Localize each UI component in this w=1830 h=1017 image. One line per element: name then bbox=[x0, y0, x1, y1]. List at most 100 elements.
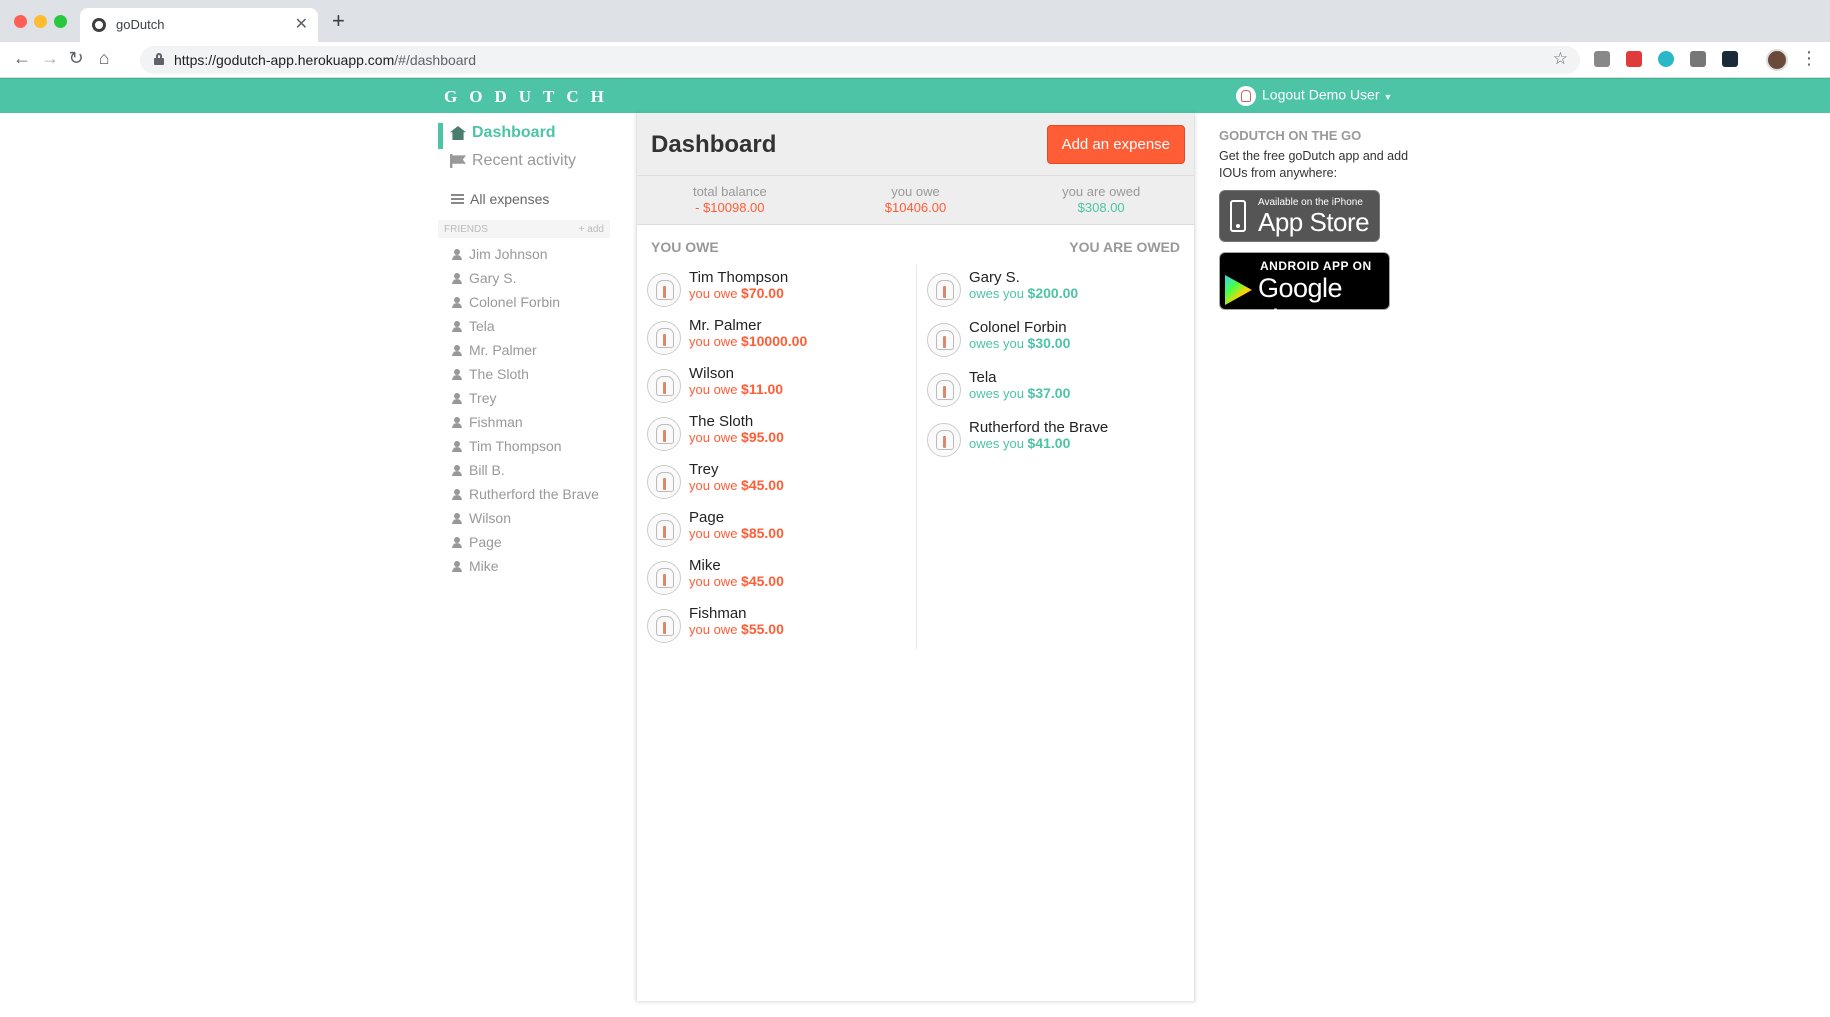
nav-dashboard[interactable]: Dashboard bbox=[438, 120, 610, 149]
avatar bbox=[927, 273, 961, 307]
reload-icon[interactable]: ↻ bbox=[64, 48, 88, 69]
user-menu[interactable]: Logout Demo User ▼ bbox=[1236, 86, 1392, 106]
back-icon[interactable]: ← bbox=[10, 48, 34, 69]
balance-list-item[interactable]: Gary S. owes you $200.00 bbox=[927, 265, 1187, 315]
owe-headings: YOU OWE YOU ARE OWED bbox=[637, 225, 1194, 265]
bookmark-star-icon[interactable]: ☆ bbox=[1553, 49, 1568, 69]
balance-amount: owes you $200.00 bbox=[969, 285, 1079, 302]
profile-avatar[interactable] bbox=[1766, 49, 1788, 71]
avatar bbox=[927, 323, 961, 357]
balance-list-item[interactable]: Colonel Forbin owes you $30.00 bbox=[927, 315, 1187, 365]
sidebar-friend-item[interactable]: Trey bbox=[438, 386, 610, 410]
user-menu-label: Logout Demo User bbox=[1262, 86, 1380, 103]
balance-value: $85.00 bbox=[741, 525, 784, 541]
balance-value: $11.00 bbox=[741, 381, 784, 397]
balance-prefix: owes you bbox=[969, 386, 1024, 401]
sidebar-friend-item[interactable]: Tela bbox=[438, 314, 610, 338]
balance-prefix: you owe bbox=[689, 574, 738, 589]
sidebar-friend-item[interactable]: Mike bbox=[438, 554, 610, 578]
list-icon bbox=[451, 193, 464, 205]
google-play-small-text: ANDROID APP ON bbox=[1260, 259, 1372, 273]
balance-amount: you owe $55.00 bbox=[689, 622, 784, 638]
new-tab-button[interactable]: + bbox=[332, 8, 345, 34]
balance-list-item[interactable]: Tela owes you $37.00 bbox=[927, 365, 1187, 415]
balance-list-item[interactable]: Rutherford the Brave owes you $41.00 bbox=[927, 415, 1187, 465]
person-icon bbox=[452, 416, 462, 428]
sidebar-friend-item[interactable]: Page bbox=[438, 530, 610, 554]
sidebar-friend-item[interactable]: Fishman bbox=[438, 410, 610, 434]
balance-amount: you owe $85.00 bbox=[689, 525, 784, 542]
add-expense-button[interactable]: Add an expense bbox=[1046, 125, 1185, 164]
avatar bbox=[647, 369, 681, 403]
balance-prefix: owes you bbox=[969, 436, 1024, 451]
person-name: Mike bbox=[689, 557, 721, 574]
active-indicator bbox=[438, 123, 443, 149]
flag-icon bbox=[450, 154, 466, 168]
extension-icon[interactable] bbox=[1594, 51, 1610, 67]
sidebar-friend-item[interactable]: The Sloth bbox=[438, 362, 610, 386]
avatar bbox=[927, 423, 961, 457]
balance-list-item[interactable]: The Sloth you owe $95.00 bbox=[647, 409, 907, 457]
sidebar-friend-item[interactable]: Bill B. bbox=[438, 458, 610, 482]
window-zoom-button[interactable] bbox=[54, 15, 67, 28]
window-minimize-button[interactable] bbox=[34, 15, 47, 28]
window-close-button[interactable] bbox=[14, 15, 27, 28]
sidebar-friend-item[interactable]: Gary S. bbox=[438, 266, 610, 290]
balance-amount: you owe $10000.00 bbox=[689, 333, 808, 350]
balance-list-item[interactable]: Mr. Palmer you owe $10000.00 bbox=[647, 313, 907, 361]
more-menu-icon[interactable]: ⋮ bbox=[1800, 48, 1818, 69]
balance-list-item[interactable]: Tim Thompson you owe $70.00 bbox=[647, 265, 907, 313]
you-are-owed-list: Gary S. owes you $200.00 Colonel Forbin owe… bbox=[927, 265, 1187, 465]
nav-recent-activity[interactable]: Recent activity bbox=[438, 148, 610, 174]
sidebar-friend-item[interactable]: Mr. Palmer bbox=[438, 338, 610, 362]
person-icon bbox=[452, 464, 462, 476]
app-store-badge[interactable]: Available on the iPhone App Store bbox=[1219, 190, 1380, 242]
add-friend-link[interactable]: + add bbox=[579, 224, 604, 235]
google-play-badge[interactable]: ANDROID APP ON Google play bbox=[1219, 252, 1390, 334]
dashboard-header: Dashboard Add an expense bbox=[637, 113, 1194, 176]
extension-icon[interactable] bbox=[1658, 51, 1674, 67]
nav-recent-activity-label: Recent activity bbox=[472, 152, 577, 169]
friend-name: Trey bbox=[469, 390, 497, 406]
person-name: Rutherford the Brave bbox=[969, 419, 1109, 436]
person-name: Page bbox=[689, 509, 725, 526]
balance-value: $10000.00 bbox=[741, 333, 808, 349]
sidebar-friend-item[interactable]: Tim Thompson bbox=[438, 434, 610, 458]
person-icon bbox=[452, 296, 462, 308]
balance-list-item[interactable]: Fishman you owe $55.00 bbox=[647, 601, 907, 649]
person-name: The Sloth bbox=[689, 413, 754, 430]
sidebar-friend-item[interactable]: Rutherford the Brave bbox=[438, 482, 610, 506]
avatar bbox=[647, 321, 681, 355]
logo[interactable]: GODUTCH bbox=[444, 87, 616, 107]
promo-title: GODUTCH ON THE GO bbox=[1219, 128, 1362, 143]
sidebar-friend-item[interactable]: Colonel Forbin bbox=[438, 290, 610, 314]
balance-value: $200.00 bbox=[1027, 285, 1079, 301]
puzzle-icon[interactable] bbox=[1690, 51, 1706, 67]
home-icon[interactable]: ⌂ bbox=[92, 48, 116, 69]
sidebar-friend-item[interactable]: Wilson bbox=[438, 506, 610, 530]
sidebar-friend-item[interactable]: Jim Johnson bbox=[438, 242, 610, 266]
balance-value: $95.00 bbox=[741, 429, 784, 445]
person-icon bbox=[452, 440, 462, 452]
react-devtools-icon[interactable] bbox=[1722, 51, 1738, 67]
balance-list-item[interactable]: Page you owe $85.00 bbox=[647, 505, 907, 553]
balance-list-item[interactable]: Trey you owe $45.00 bbox=[647, 457, 907, 505]
balance-list-item[interactable]: Wilson you owe $11.00 bbox=[647, 361, 907, 409]
person-name: Tim Thompson bbox=[689, 269, 789, 286]
total-balance-value: - $10098.00 bbox=[695, 200, 765, 215]
google-play-big-text: Google play bbox=[1258, 273, 1343, 334]
lock-icon bbox=[154, 53, 164, 65]
you-owe-list: Tim Thompson you owe $70.00 Mr. Palmer you … bbox=[647, 265, 907, 649]
balance-prefix: you owe bbox=[689, 382, 738, 397]
forward-icon[interactable]: → bbox=[38, 48, 62, 69]
caret-down-icon: ▼ bbox=[1383, 91, 1393, 102]
extension-icon[interactable] bbox=[1626, 51, 1642, 67]
friends-label: FRIENDS bbox=[444, 223, 488, 235]
nav-all-expenses[interactable]: All expenses bbox=[438, 186, 610, 212]
avatar bbox=[647, 417, 681, 451]
browser-tab[interactable]: goDutch ✕ bbox=[80, 8, 318, 42]
avatar bbox=[647, 273, 681, 307]
balance-list-item[interactable]: Mike you owe $45.00 bbox=[647, 553, 907, 601]
address-bar[interactable]: https://godutch-app.herokuapp.com/#/dash… bbox=[140, 46, 1580, 74]
tab-close-icon[interactable]: ✕ bbox=[295, 14, 308, 34]
